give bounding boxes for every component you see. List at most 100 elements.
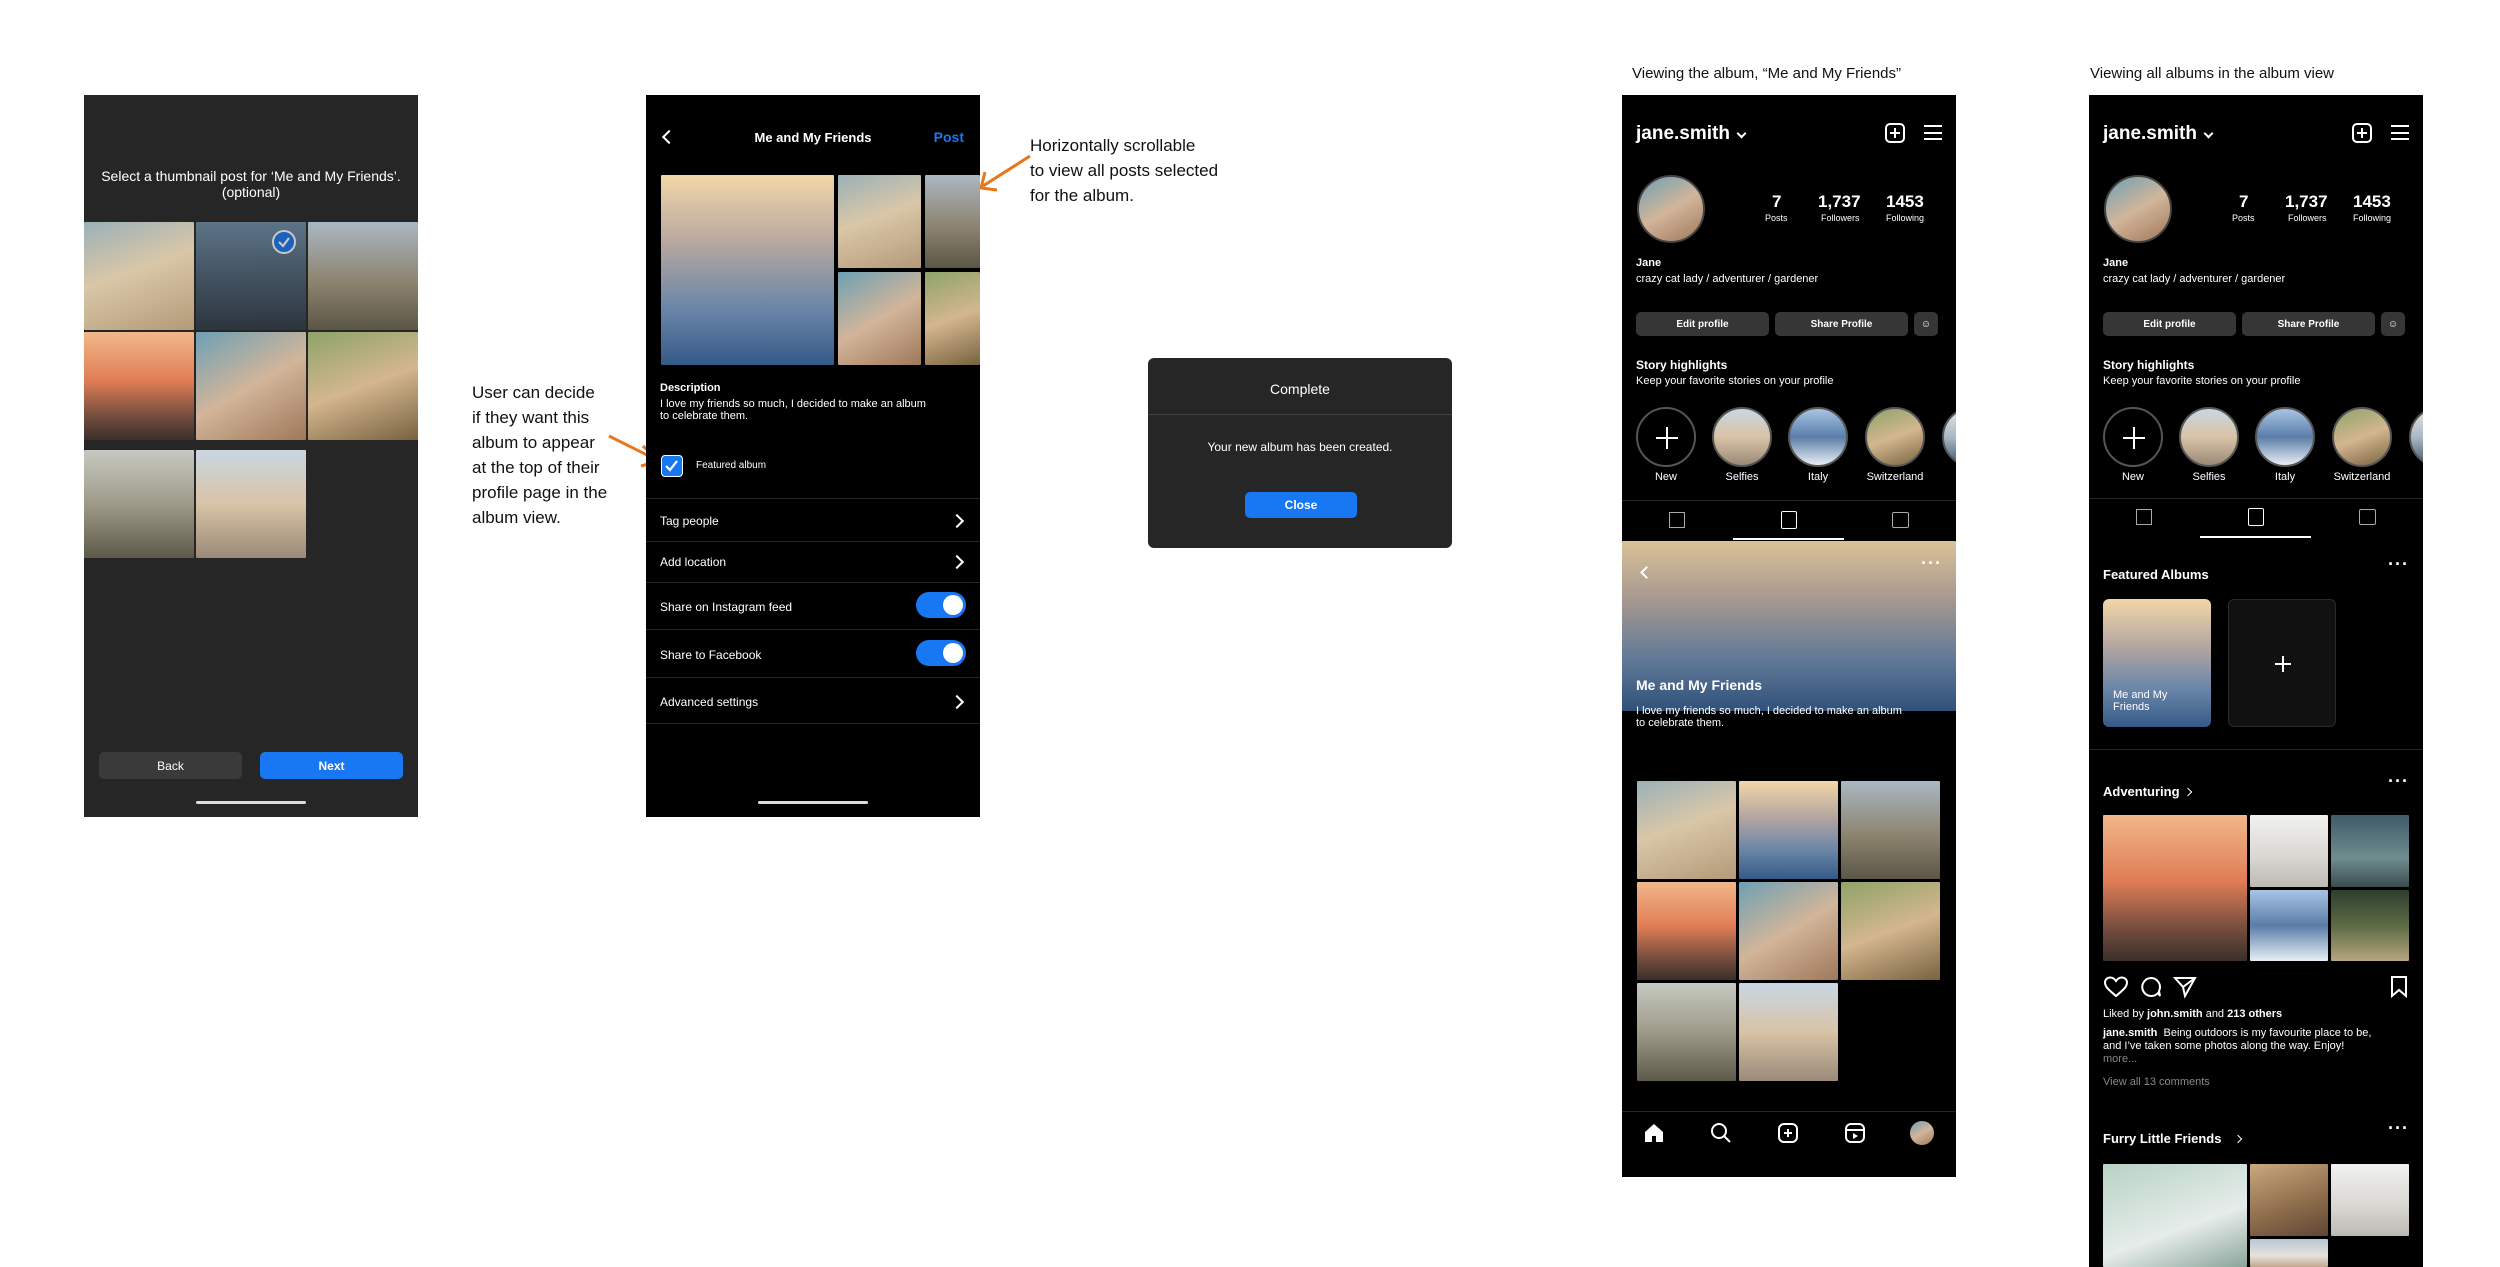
- thumbnail-option[interactable]: [308, 332, 418, 440]
- album-photo[interactable]: [2331, 1164, 2409, 1236]
- new-highlight-button[interactable]: [2103, 407, 2163, 467]
- following-label[interactable]: Following: [1886, 213, 1924, 223]
- album-photo[interactable]: [925, 272, 980, 365]
- add-album-button[interactable]: [2228, 599, 2336, 727]
- more-options-icon[interactable]: ···: [2388, 554, 2409, 575]
- thumbnail-option-selected[interactable]: [196, 222, 306, 330]
- username[interactable]: jane.smith: [1636, 123, 1730, 145]
- thumbnail-option[interactable]: [196, 332, 306, 440]
- add-location-row[interactable]: Add location: [660, 555, 726, 569]
- create-post-icon[interactable]: [1776, 1121, 1800, 1145]
- close-button[interactable]: Close: [1245, 492, 1357, 518]
- highlight-italy[interactable]: [2255, 407, 2315, 467]
- albums-tab-icon[interactable]: [2248, 508, 2264, 526]
- album-photo[interactable]: [2331, 815, 2409, 887]
- heart-icon[interactable]: [2103, 975, 2129, 999]
- album-grid-photo[interactable]: [1637, 781, 1736, 879]
- description-text[interactable]: I love my friends so much, I decided to …: [660, 398, 926, 422]
- album-photo[interactable]: [925, 175, 980, 268]
- add-user-icon[interactable]: ☺: [1914, 312, 1938, 336]
- edit-profile-button[interactable]: Edit profile: [1636, 312, 1769, 336]
- search-icon[interactable]: [1709, 1121, 1733, 1145]
- grid-tab-icon[interactable]: [2136, 509, 2152, 525]
- edit-profile-button[interactable]: Edit profile: [2103, 312, 2236, 336]
- likes-others[interactable]: 213 others: [2227, 1008, 2282, 1020]
- menu-icon[interactable]: [1924, 125, 1942, 140]
- album-photo[interactable]: [2331, 890, 2409, 961]
- following-label[interactable]: Following: [2353, 213, 2391, 223]
- avatar[interactable]: [1637, 175, 1705, 243]
- thumbnail-option[interactable]: [308, 222, 418, 330]
- reels-icon[interactable]: [1843, 1121, 1867, 1145]
- next-button[interactable]: Next: [260, 752, 403, 779]
- highlight-switzerland[interactable]: [1865, 407, 1925, 467]
- thumbnail-option[interactable]: [196, 450, 306, 558]
- chevron-down-icon[interactable]: [1736, 128, 1747, 139]
- album-photo[interactable]: [2250, 890, 2328, 961]
- album-photo[interactable]: [2250, 1239, 2328, 1267]
- thumbnail-option[interactable]: [84, 450, 194, 558]
- following-count[interactable]: 1453: [1886, 192, 1924, 212]
- new-highlight-button[interactable]: [1636, 407, 1696, 467]
- album-cover-photo[interactable]: [661, 175, 834, 365]
- featured-checkbox[interactable]: [661, 455, 683, 477]
- chevron-down-icon[interactable]: [2203, 128, 2214, 139]
- caption-username[interactable]: jane.smith: [2103, 1027, 2157, 1039]
- more-options-icon[interactable]: ···: [1921, 553, 1942, 574]
- highlight-partial[interactable]: [1942, 407, 1956, 467]
- menu-icon[interactable]: [2391, 125, 2409, 140]
- highlight-switzerland[interactable]: [2332, 407, 2392, 467]
- view-comments-link[interactable]: View all 13 comments: [2103, 1076, 2210, 1088]
- profile-avatar-icon[interactable]: [1910, 1121, 1934, 1145]
- create-icon[interactable]: [2352, 123, 2372, 143]
- album-photo[interactable]: [838, 175, 921, 268]
- share-profile-button[interactable]: Share Profile: [1775, 312, 1908, 336]
- album-photo[interactable]: [2103, 1164, 2247, 1267]
- tagged-tab-icon[interactable]: [1892, 512, 1909, 528]
- album-grid-photo[interactable]: [1841, 882, 1940, 980]
- home-icon[interactable]: [1642, 1121, 1666, 1145]
- back-button[interactable]: Back: [99, 752, 242, 779]
- album-photo[interactable]: [2103, 815, 2247, 961]
- comment-icon[interactable]: [2139, 975, 2163, 999]
- followers-label[interactable]: Followers: [2288, 213, 2327, 223]
- album-photo[interactable]: [2250, 815, 2328, 887]
- grid-tab-icon[interactable]: [1669, 512, 1685, 528]
- adventuring-title[interactable]: Adventuring: [2103, 784, 2180, 799]
- bookmark-icon[interactable]: [2389, 975, 2409, 999]
- thumbnail-option[interactable]: [84, 332, 194, 440]
- album-grid-photo[interactable]: [1739, 882, 1838, 980]
- thumbnail-option[interactable]: [84, 222, 194, 330]
- album-grid-photo[interactable]: [1841, 781, 1940, 879]
- post-button[interactable]: Post: [934, 129, 964, 145]
- add-user-icon[interactable]: ☺: [2381, 312, 2405, 336]
- album-photo[interactable]: [838, 272, 921, 365]
- highlight-italy[interactable]: [1788, 407, 1848, 467]
- followers-label[interactable]: Followers: [1821, 213, 1860, 223]
- share-profile-button[interactable]: Share Profile: [2242, 312, 2375, 336]
- more-options-icon[interactable]: ···: [2388, 771, 2409, 792]
- username[interactable]: jane.smith: [2103, 123, 2197, 145]
- highlight-selfies[interactable]: [1712, 407, 1772, 467]
- share-icon[interactable]: [2173, 975, 2197, 999]
- following-count[interactable]: 1453: [2353, 192, 2391, 212]
- likes-user[interactable]: john.smith: [2147, 1008, 2203, 1020]
- tag-people-row[interactable]: Tag people: [660, 514, 719, 528]
- followers-count[interactable]: 1,737: [1818, 192, 1861, 212]
- album-photo[interactable]: [2250, 1164, 2328, 1236]
- highlight-partial[interactable]: [2409, 407, 2423, 467]
- album-grid-photo[interactable]: [1739, 983, 1838, 1081]
- more-options-icon[interactable]: ···: [2388, 1118, 2409, 1139]
- advanced-settings-row[interactable]: Advanced settings: [660, 695, 758, 709]
- share-instagram-toggle[interactable]: [916, 592, 966, 618]
- furry-friends-title[interactable]: Furry Little Friends: [2103, 1131, 2221, 1146]
- avatar[interactable]: [2104, 175, 2172, 243]
- album-grid-photo[interactable]: [1637, 983, 1736, 1081]
- album-grid-photo[interactable]: [1637, 882, 1736, 980]
- create-icon[interactable]: [1885, 123, 1905, 143]
- featured-album-card[interactable]: Me and My Friends: [2103, 599, 2211, 727]
- album-grid-photo[interactable]: [1739, 781, 1838, 879]
- followers-count[interactable]: 1,737: [2285, 192, 2328, 212]
- tagged-tab-icon[interactable]: [2359, 509, 2376, 525]
- caption-more-link[interactable]: more...: [2103, 1053, 2371, 1066]
